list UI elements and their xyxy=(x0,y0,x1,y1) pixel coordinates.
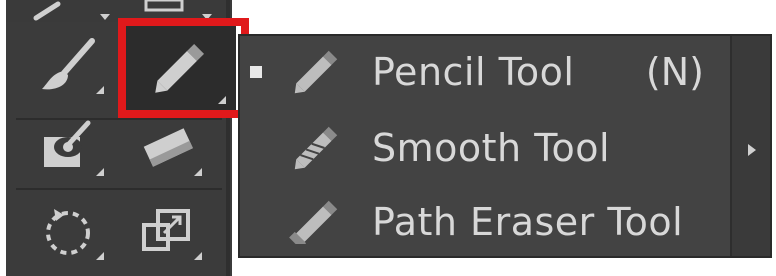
tool-group-indicator xyxy=(96,168,104,176)
menu-item-shortcut: (N) xyxy=(645,50,704,94)
screenshot-stage: Pencil Tool (N) Smooth Tool Path Eraser … xyxy=(0,0,776,276)
rotate-icon xyxy=(46,209,90,255)
shaper-icon xyxy=(44,120,91,167)
menu-item-label: Pencil Tool xyxy=(372,50,575,94)
menu-item-label: Smooth Tool xyxy=(372,126,611,170)
menu-item-path-eraser-tool[interactable]: Path Eraser Tool xyxy=(240,186,730,258)
menu-item-pencil-tool[interactable]: Pencil Tool (N) xyxy=(240,36,730,108)
tool-group-indicator xyxy=(194,168,202,176)
scale-icon xyxy=(142,209,190,251)
tool-group-indicator xyxy=(96,86,104,94)
flyout-tearoff-strip[interactable] xyxy=(730,36,770,256)
tool-group-indicator xyxy=(96,252,104,260)
selection-highlight-box xyxy=(118,18,249,118)
paintbrush-tool[interactable] xyxy=(26,30,112,100)
tearoff-arrow-icon[interactable] xyxy=(748,144,756,156)
tool-group-indicator xyxy=(194,252,202,260)
scale-tool[interactable] xyxy=(124,196,210,266)
tool-row-divider xyxy=(16,188,222,190)
pencil-tool-flyout-menu: Pencil Tool (N) Smooth Tool Path Eraser … xyxy=(238,34,772,258)
shaper-tool[interactable] xyxy=(26,112,112,182)
path-eraser-icon xyxy=(286,200,346,249)
paintbrush-icon xyxy=(42,38,95,90)
active-tool-bullet-icon xyxy=(250,66,262,78)
eraser-tool[interactable] xyxy=(124,112,210,182)
rotate-tool[interactable] xyxy=(26,196,112,266)
menu-item-smooth-tool[interactable]: Smooth Tool xyxy=(240,112,730,184)
tools-panel xyxy=(6,0,249,276)
menu-item-label: Path Eraser Tool xyxy=(372,200,684,244)
pencil-icon xyxy=(286,50,346,99)
eraser-icon xyxy=(143,128,193,167)
smooth-icon xyxy=(286,126,346,175)
